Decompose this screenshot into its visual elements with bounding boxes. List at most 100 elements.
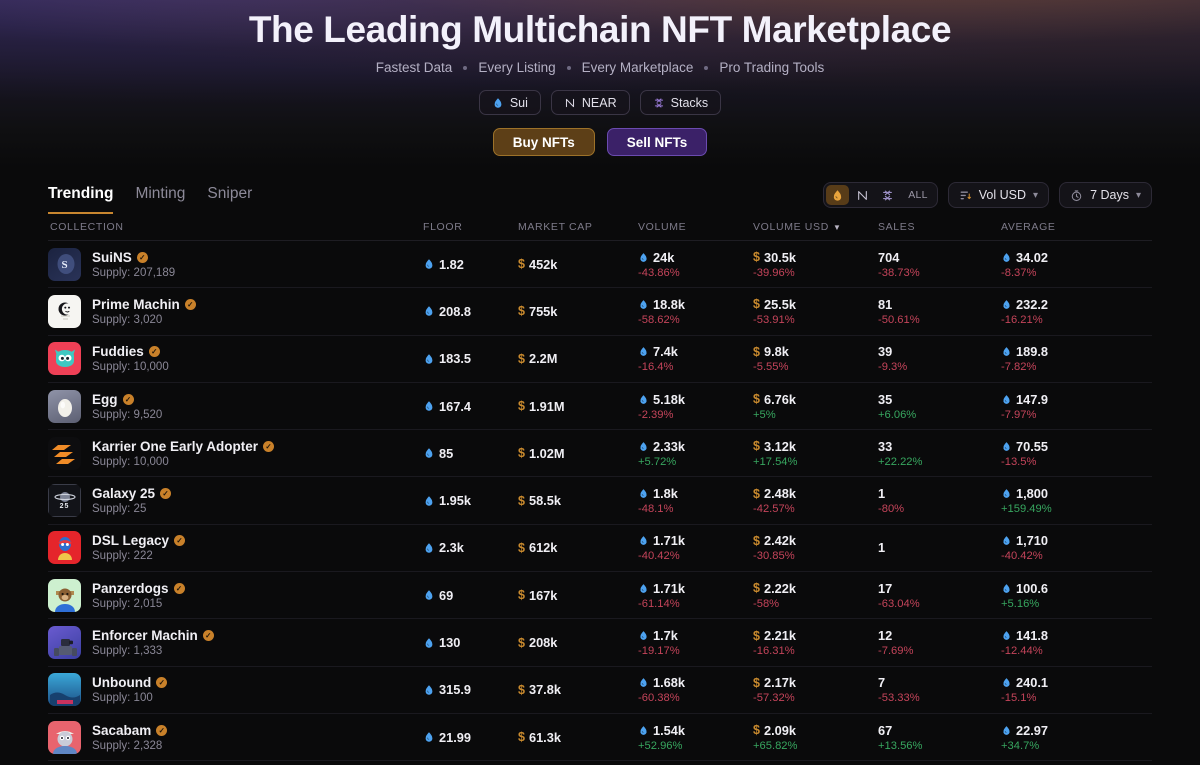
chain-toggle-stacks[interactable] (876, 185, 899, 205)
column-header-sales[interactable]: SALES (878, 221, 1001, 233)
verified-badge-icon: ✓ (160, 488, 172, 500)
floor-cell: 315.9 (423, 682, 518, 697)
usd-symbol-icon: $ (518, 493, 525, 508)
collection-avatar (48, 389, 81, 423)
tagline-item: Pro Trading Tools (719, 60, 825, 75)
collection-cell[interactable]: Panzerdogs ✓ Supply: 2,015 (48, 578, 423, 612)
table-row[interactable]: Enforcer Machin ✓ Supply: 1,333 130 $208… (48, 619, 1152, 667)
collection-supply: Supply: 207,189 (92, 266, 176, 279)
tab-sniper[interactable]: Sniper (207, 185, 252, 214)
sui-droplet-icon (1001, 346, 1012, 357)
floor-cell: 21.99 (423, 730, 518, 745)
hero-chain-pill-stacks[interactable]: Stacks (639, 90, 722, 115)
collections-table: COLLECTION FLOOR MARKET CAP VOLUME VOLUM… (48, 214, 1152, 762)
sort-dropdown-label: Vol USD (978, 188, 1027, 202)
collection-cell[interactable]: DSL Legacy ✓ Supply: 222 (48, 531, 423, 565)
chain-toggle-all[interactable]: ALL (901, 185, 935, 205)
column-header-market-cap[interactable]: MARKET CAP (518, 221, 638, 233)
market-cap-value: $1.02M (518, 445, 565, 461)
usd-symbol-icon: $ (753, 533, 760, 548)
timeframe-dropdown-label: 7 Days (1090, 188, 1129, 202)
sort-dropdown[interactable]: Vol USD ▾ (947, 182, 1050, 208)
table-row[interactable]: Fuddies ✓ Supply: 10,000 183.5 $2.2M 7.4… (48, 336, 1152, 383)
column-header-average[interactable]: AVERAGE (1001, 221, 1152, 233)
volume-value: 1.7k (638, 628, 753, 643)
collection-cell[interactable]: 25 Galaxy 25 ✓ Supply: 25 (48, 484, 423, 518)
sales-change: +22.22% (878, 455, 923, 468)
sui-droplet-icon (638, 583, 649, 594)
sui-droplet-icon (638, 630, 649, 641)
collection-cell[interactable]: Karrier One Early Adopter ✓ Supply: 10,0… (48, 436, 423, 470)
volume-usd-change: -57.32% (753, 692, 795, 705)
sales-cell: 39 -9.3% (878, 344, 1001, 373)
chain-toggle-near[interactable] (851, 185, 874, 205)
table-row[interactable]: Unbound ✓ Supply: 100 315.9 $37.8k 1.68k… (48, 667, 1152, 714)
table-row[interactable]: Egg ✓ Supply: 9,520 167.4 $1.91M 5.18k -… (48, 383, 1152, 431)
volume-usd-value: $9.8k (753, 344, 789, 360)
hero-tagline: Fastest Data Every Listing Every Marketpla… (0, 60, 1200, 75)
market-cap-cell: $755k (518, 304, 638, 319)
volume-usd-value: $2.09k (753, 722, 796, 738)
floor-value: 167.4 (423, 399, 518, 414)
chain-filter-group: ALL (823, 182, 938, 208)
usd-symbol-icon: $ (753, 486, 760, 501)
timeframe-dropdown[interactable]: 7 Days ▾ (1059, 182, 1152, 208)
sui-droplet-icon (638, 488, 649, 499)
sui-droplet-icon (638, 677, 649, 688)
table-row[interactable]: DSL Legacy ✓ Supply: 222 2.3k $612k 1.71… (48, 525, 1152, 573)
collection-cell[interactable]: Prime Machin ✓ Supply: 3,020 (48, 294, 423, 328)
buy-nfts-button[interactable]: Buy NFTs (492, 128, 595, 156)
hero-chain-pill-sui[interactable]: Sui (478, 90, 541, 115)
collection-avatar (48, 673, 81, 707)
sui-droplet-icon (638, 535, 649, 546)
average-cell: 240.1 -15.1% (1001, 675, 1152, 704)
collection-cell[interactable]: Enforcer Machin ✓ Supply: 1,333 (48, 626, 423, 660)
sales-value: 17 (878, 580, 893, 596)
usd-symbol-icon: $ (753, 344, 760, 359)
sui-droplet-icon (1001, 394, 1012, 405)
average-value: 147.9 (1001, 392, 1152, 407)
sui-droplet-icon (638, 441, 649, 452)
volume-change: -2.39% (638, 408, 674, 421)
collection-supply: Supply: 100 (92, 692, 153, 705)
hero-chain-pill-near[interactable]: NEAR (550, 90, 630, 115)
collection-cell[interactable]: Unbound ✓ Supply: 100 (48, 673, 423, 707)
near-icon (856, 189, 869, 202)
average-cell: 232.2 -16.21% (1001, 297, 1152, 326)
page-title: The Leading Multichain NFT Marketplace (248, 9, 952, 50)
collection-cell[interactable]: S SuiNS ✓ Supply: 207,189 (48, 247, 423, 281)
usd-symbol-icon: $ (518, 682, 525, 697)
table-row[interactable]: 25 Galaxy 25 ✓ Supply: 25 1.95k $58.5k 1… (48, 477, 1152, 525)
collection-cell[interactable]: Egg ✓ Supply: 9,520 (48, 389, 423, 423)
average-value: 100.6 (1001, 581, 1152, 596)
collection-avatar (48, 578, 81, 612)
column-header-floor[interactable]: FLOOR (423, 221, 518, 233)
sell-nfts-button[interactable]: Sell NFTs (606, 128, 708, 156)
tab-trending[interactable]: Trending (48, 185, 114, 214)
sui-droplet-icon (1001, 677, 1012, 688)
collection-cell[interactable]: Sacabam ✓ Supply: 2,328 (48, 720, 423, 754)
table-row[interactable]: Karrier One Early Adopter ✓ Supply: 10,0… (48, 430, 1152, 478)
volume-cell: 1.8k -48.1% (638, 486, 753, 515)
floor-value: 21.99 (423, 730, 518, 745)
collection-cell[interactable]: Fuddies ✓ Supply: 10,000 (48, 342, 423, 376)
market-cap-cell: $452k (518, 257, 638, 272)
chain-toggle-sui[interactable] (826, 185, 850, 205)
table-row[interactable]: S SuiNS ✓ Supply: 207,189 1.82 $452k 24k… (48, 241, 1152, 289)
column-header-volume-usd[interactable]: VOLUME USD ▼ (753, 221, 878, 233)
floor-value: 69 (423, 588, 518, 603)
sales-cell: 1 -80% (878, 486, 1001, 515)
volume-usd-value: $2.48k (753, 486, 796, 502)
tab-minting[interactable]: Minting (135, 185, 185, 214)
average-change: -16.21% (1001, 313, 1043, 326)
volume-usd-value: $2.21k (753, 628, 796, 644)
volume-usd-change: -42.57% (753, 503, 795, 516)
table-row[interactable]: Sacabam ✓ Supply: 2,328 21.99 $61.3k 1.5… (48, 714, 1152, 762)
column-header-volume[interactable]: VOLUME (638, 221, 753, 233)
table-row[interactable]: Panzerdogs ✓ Supply: 2,015 69 $167k 1.71… (48, 572, 1152, 620)
volume-value: 2.33k (638, 439, 753, 454)
sui-droplet-icon (638, 725, 649, 736)
table-row[interactable]: Prime Machin ✓ Supply: 3,020 208.8 $755k… (48, 288, 1152, 336)
column-header-collection[interactable]: COLLECTION (48, 221, 423, 233)
usd-symbol-icon: $ (753, 581, 760, 596)
